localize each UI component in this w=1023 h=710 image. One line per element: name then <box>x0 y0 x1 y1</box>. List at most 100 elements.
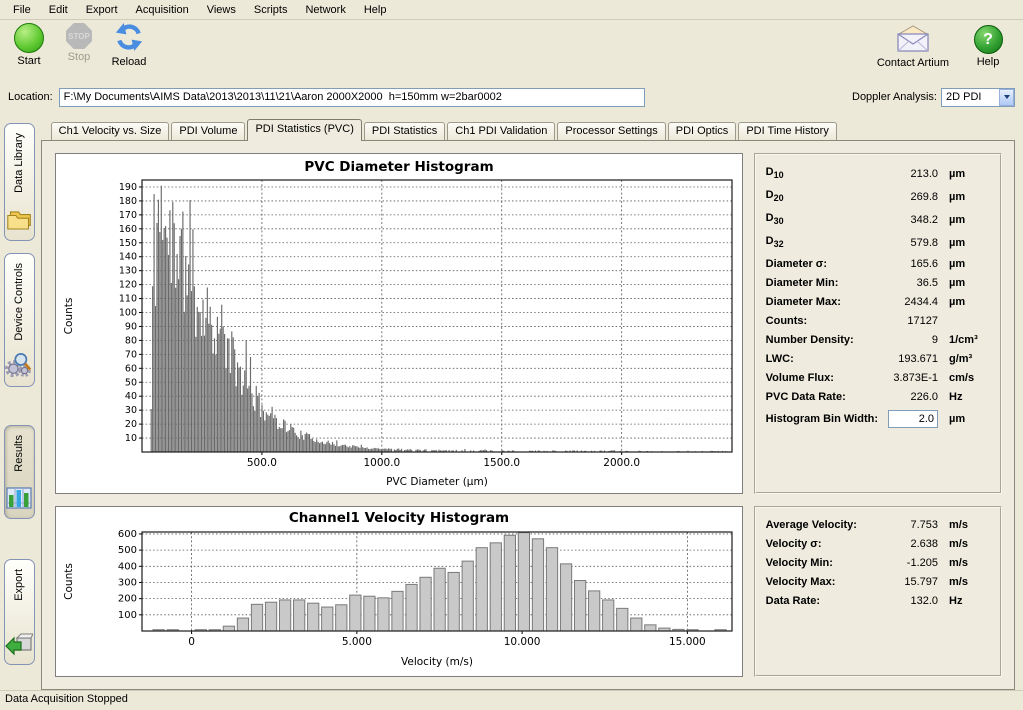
tab-pdi-optics[interactable]: PDI Optics <box>668 122 737 140</box>
svg-text:160: 160 <box>119 224 137 235</box>
start-button[interactable]: Start <box>8 23 50 68</box>
doppler-analysis-select[interactable]: 2D PDI <box>941 88 1015 107</box>
menu-item-file[interactable]: File <box>4 2 40 18</box>
svg-text:100: 100 <box>119 308 137 319</box>
location-input[interactable] <box>59 88 645 107</box>
velocity-stat-row-0: Average Velocity:7.753m/s <box>766 515 991 534</box>
tab-ch1-pdi-validation[interactable]: Ch1 PDI Validation <box>447 122 555 140</box>
diameter-stat-row-2: D30348.2µm <box>766 208 991 231</box>
start-icon <box>14 23 44 53</box>
toolbar: Start STOP Stop Reload <box>0 20 1023 85</box>
stop-button[interactable]: STOP Stop <box>58 23 100 68</box>
svg-text:100: 100 <box>118 610 137 621</box>
sidebar-item-label: Export <box>13 569 25 601</box>
velocity-stat-value: 2.638 <box>878 538 938 550</box>
velocity-stat-label: Average Velocity: <box>766 519 878 531</box>
contact-artium-button[interactable]: Contact Artium <box>877 25 949 69</box>
svg-text:20: 20 <box>125 419 137 430</box>
menu-item-acquisition[interactable]: Acquisition <box>127 2 198 18</box>
tab-pdi-time-history[interactable]: PDI Time History <box>738 122 837 140</box>
velocity-stat-label: Velocity Min: <box>766 557 878 569</box>
sidebar-item-export[interactable]: Export <box>4 559 35 665</box>
svg-text:Channel1 Velocity Histogram: Channel1 Velocity Histogram <box>289 510 509 526</box>
velocity-stat-label: Velocity σ: <box>766 538 878 550</box>
velocity-stats-panel: Average Velocity:7.753m/sVelocity σ:2.63… <box>754 506 1002 677</box>
svg-text:Counts: Counts <box>63 563 75 600</box>
menu-item-edit[interactable]: Edit <box>40 2 77 18</box>
diameter-stat-row-11: PVC Data Rate:226.0Hz <box>766 387 991 406</box>
diameter-stat-row-9: LWC:193.671g/m³ <box>766 349 991 368</box>
svg-text:500: 500 <box>118 545 137 556</box>
folder-icon <box>6 208 33 235</box>
tab-pdi-volume[interactable]: PDI Volume <box>171 122 245 140</box>
tab-processor-settings[interactable]: Processor Settings <box>557 122 665 140</box>
diameter-stat-label: LWC: <box>766 353 878 365</box>
menu-item-scripts[interactable]: Scripts <box>245 2 297 18</box>
sidebar-item-device-controls[interactable]: Device Controls <box>4 253 35 387</box>
svg-text:150: 150 <box>119 238 137 249</box>
velocity-stat-row-3: Velocity Max:15.797m/s <box>766 572 991 591</box>
menu-item-network[interactable]: Network <box>296 2 354 18</box>
velocity-stat-value: 7.753 <box>878 519 938 531</box>
help-label: Help <box>977 57 1000 68</box>
velocity-stat-unit: m/s <box>938 538 991 550</box>
diameter-stat-value: 213.0 <box>878 168 938 180</box>
diameter-stat-unit: µm <box>938 237 991 249</box>
menu-item-views[interactable]: Views <box>198 2 245 18</box>
menu-item-export[interactable]: Export <box>77 2 127 18</box>
diameter-stat-label: D32 <box>766 235 878 249</box>
tab-pdi-statistics[interactable]: PDI Statistics <box>364 122 445 140</box>
diameter-stat-value: 9 <box>878 334 938 346</box>
tab-pdi-statistics-pvc[interactable]: PDI Statistics (PVC) <box>247 119 361 141</box>
diameter-stat-label: D30 <box>766 212 878 226</box>
svg-text:1500.0: 1500.0 <box>483 457 520 469</box>
svg-text:70: 70 <box>125 349 137 360</box>
diameter-stat-value: 269.8 <box>878 191 938 203</box>
diameter-row: 1020304050607080901001101201301401501601… <box>55 153 1002 494</box>
velocity-histogram-chart: 10020030040050060005.00010.00015.000Chan… <box>55 506 743 677</box>
sidebar-item-data-library[interactable]: Data Library <box>4 123 35 241</box>
diameter-stat-label: PVC Data Rate: <box>766 391 878 403</box>
sidebar-item-results[interactable]: Results <box>4 425 35 519</box>
velocity-stat-unit: m/s <box>938 576 991 588</box>
histogram-bin-width-input[interactable] <box>888 410 938 428</box>
chevron-down-icon[interactable] <box>999 89 1014 106</box>
diameter-stat-row-3: D32579.8µm <box>766 231 991 254</box>
svg-text:300: 300 <box>118 577 137 588</box>
velocity-stat-label: Data Rate: <box>766 595 878 607</box>
diameter-stat-label: D10 <box>766 166 878 180</box>
toolbar-left-group: Start STOP Stop Reload <box>8 23 150 68</box>
diameter-stat-label: Diameter Min: <box>766 277 878 289</box>
svg-text:190: 190 <box>119 182 137 193</box>
svg-text:600: 600 <box>118 529 137 540</box>
contact-artium-label: Contact Artium <box>877 58 949 69</box>
tab-ch1-velocity-vs-size[interactable]: Ch1 Velocity vs. Size <box>51 122 170 140</box>
svg-text:120: 120 <box>119 280 137 291</box>
diameter-stat-unit: µm <box>938 214 991 226</box>
svg-text:PVC Diameter Histogram: PVC Diameter Histogram <box>304 159 493 175</box>
menu-item-help[interactable]: Help <box>355 2 396 18</box>
velocity-stat-unit: Hz <box>938 595 991 607</box>
diameter-stat-unit: Hz <box>938 391 991 403</box>
svg-text:80: 80 <box>125 335 137 346</box>
velocity-stat-label: Velocity Max: <box>766 576 878 588</box>
svg-text:130: 130 <box>119 266 137 277</box>
help-button[interactable]: ? Help <box>967 25 1009 69</box>
svg-text:1000.0: 1000.0 <box>363 457 400 469</box>
export-box-icon <box>5 632 33 659</box>
reload-button[interactable]: Reload <box>108 23 150 68</box>
diameter-stat-label: Counts: <box>766 315 878 327</box>
diameter-stat-unit: µm <box>938 296 991 308</box>
svg-text:200: 200 <box>118 594 137 605</box>
svg-text:110: 110 <box>119 294 137 305</box>
diameter-stat-unit: µm <box>938 258 991 270</box>
envelope-icon <box>896 25 930 55</box>
svg-text:140: 140 <box>119 252 137 263</box>
histogram-bin-width-unit: µm <box>938 413 991 425</box>
sidebar-item-label: Device Controls <box>13 263 25 341</box>
velocity-stat-value: 132.0 <box>878 595 938 607</box>
svg-text:400: 400 <box>118 561 137 572</box>
diameter-stat-value: 193.671 <box>878 353 938 365</box>
svg-text:5.000: 5.000 <box>341 636 371 648</box>
stop-icon: STOP <box>66 23 92 49</box>
